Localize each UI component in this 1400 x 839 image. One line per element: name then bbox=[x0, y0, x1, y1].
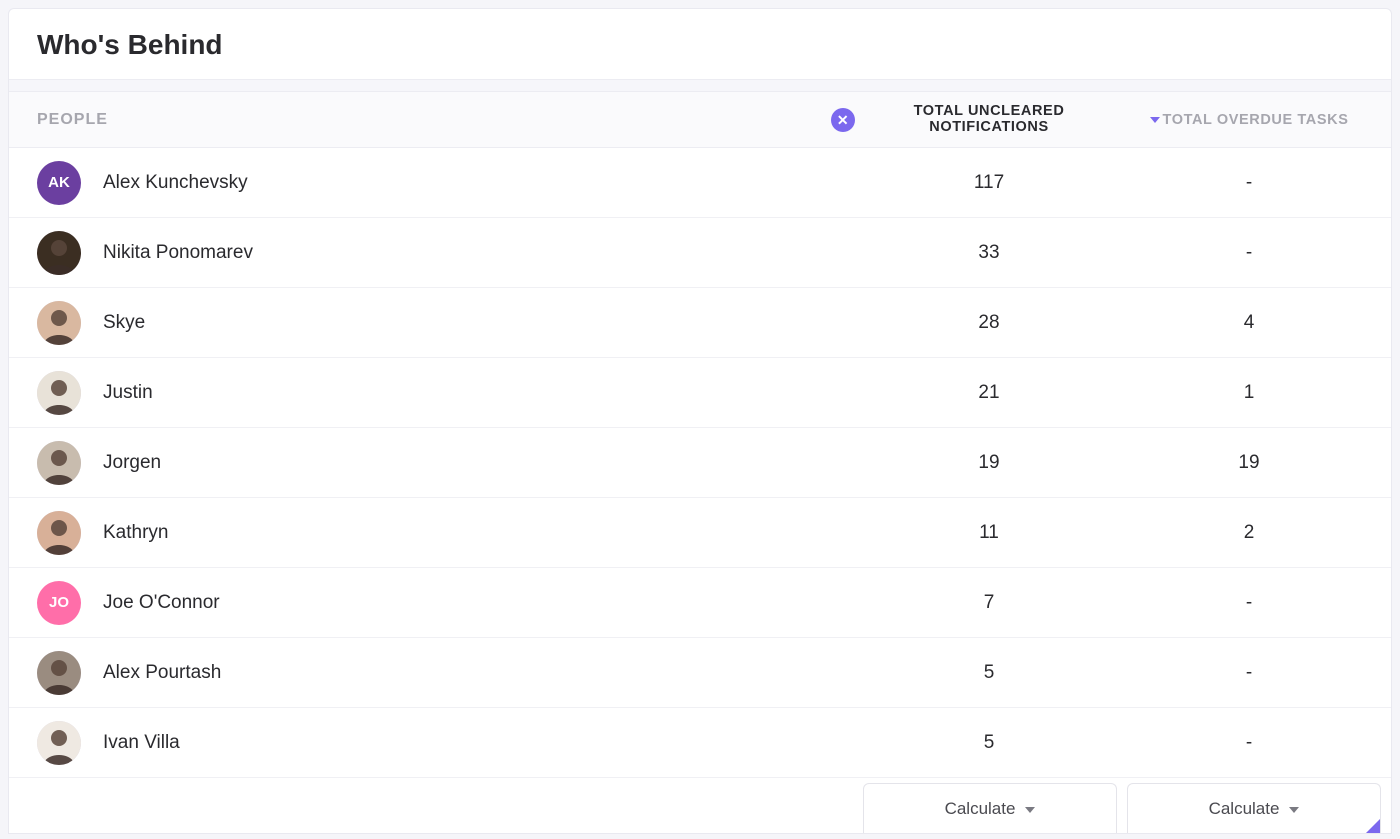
avatar[interactable] bbox=[37, 441, 81, 485]
overdue-cell: - bbox=[1119, 242, 1379, 264]
person-name: Skye bbox=[103, 312, 145, 334]
table-row[interactable]: JO Joe O'Connor 7- bbox=[9, 568, 1391, 638]
person-cell: JO Joe O'Connor bbox=[37, 581, 859, 625]
overdue-cell: 19 bbox=[1119, 452, 1379, 474]
person-cell: Kathryn bbox=[37, 511, 859, 555]
notifications-cell: 5 bbox=[859, 662, 1119, 684]
person-cell: Jorgen bbox=[37, 441, 859, 485]
header-spacer bbox=[9, 80, 1391, 92]
notifications-cell: 28 bbox=[859, 312, 1119, 334]
chevron-down-icon bbox=[1025, 807, 1035, 813]
person-name: Kathryn bbox=[103, 522, 168, 544]
table-body: AKAlex Kunchevsky117- Nikita Ponomarev33… bbox=[9, 148, 1391, 833]
table-row[interactable]: Jorgen 1919 bbox=[9, 428, 1391, 498]
person-name: Jorgen bbox=[103, 452, 161, 474]
avatar[interactable] bbox=[37, 371, 81, 415]
notifications-cell: 33 bbox=[859, 242, 1119, 264]
table-footer: Calculate Calculate bbox=[863, 783, 1391, 833]
avatar[interactable] bbox=[37, 301, 81, 345]
calculate-overdue-button[interactable]: Calculate bbox=[1127, 783, 1381, 833]
table-row[interactable]: Skye 284 bbox=[9, 288, 1391, 358]
table-row[interactable]: Ivan Villa 5- bbox=[9, 708, 1391, 778]
person-cell: Justin bbox=[37, 371, 859, 415]
person-cell: Alex Pourtash bbox=[37, 651, 859, 695]
column-header-overdue-label: TOTAL OVERDUE TASKS bbox=[1163, 112, 1349, 128]
overdue-cell: 1 bbox=[1119, 382, 1379, 404]
table-row[interactable]: Nikita Ponomarev 33- bbox=[9, 218, 1391, 288]
overdue-cell: - bbox=[1119, 172, 1379, 194]
person-name: Nikita Ponomarev bbox=[103, 242, 253, 264]
clear-column-icon[interactable]: ✕ bbox=[831, 108, 855, 132]
calculate-label: Calculate bbox=[945, 799, 1016, 819]
sort-desc-icon bbox=[1150, 117, 1160, 123]
table-row[interactable]: Kathryn 112 bbox=[9, 498, 1391, 568]
column-header-overdue[interactable]: TOTAL OVERDUE TASKS bbox=[1119, 112, 1379, 128]
person-cell: Skye bbox=[37, 301, 859, 345]
person-cell: AK Alex Kunchevsky bbox=[37, 161, 859, 205]
person-name: Ivan Villa bbox=[103, 732, 180, 754]
notifications-cell: 7 bbox=[859, 592, 1119, 614]
notifications-cell: 19 bbox=[859, 452, 1119, 474]
whos-behind-panel: Who's Behind PEOPLE ✕ TOTAL UNCLEARED NO… bbox=[8, 8, 1392, 834]
column-header-notifications-label: TOTAL UNCLEARED NOTIFICATIONS bbox=[859, 104, 1119, 136]
person-cell: Ivan Villa bbox=[37, 721, 859, 765]
notifications-cell: 11 bbox=[859, 522, 1119, 544]
table-row[interactable]: Alex Pourtash 5- bbox=[9, 638, 1391, 708]
avatar[interactable] bbox=[37, 651, 81, 695]
overdue-cell: 4 bbox=[1119, 312, 1379, 334]
chevron-down-icon bbox=[1289, 807, 1299, 813]
person-name: Alex Kunchevsky bbox=[103, 172, 248, 194]
overdue-cell: - bbox=[1119, 592, 1379, 614]
person-name: Alex Pourtash bbox=[103, 662, 221, 684]
avatar[interactable] bbox=[37, 721, 81, 765]
person-name: Justin bbox=[103, 382, 153, 404]
notifications-cell: 21 bbox=[859, 382, 1119, 404]
column-header-notifications[interactable]: ✕ TOTAL UNCLEARED NOTIFICATIONS bbox=[859, 104, 1119, 136]
person-cell: Nikita Ponomarev bbox=[37, 231, 859, 275]
table-row[interactable]: Justin 211 bbox=[9, 358, 1391, 428]
overdue-cell: 2 bbox=[1119, 522, 1379, 544]
calculate-label: Calculate bbox=[1209, 799, 1280, 819]
panel-title: Who's Behind bbox=[9, 9, 1391, 80]
table-row[interactable]: AK Alex Kunchevsky 117- bbox=[9, 148, 1391, 218]
avatar[interactable]: JO bbox=[37, 581, 81, 625]
person-name: Joe O'Connor bbox=[103, 592, 220, 614]
avatar[interactable] bbox=[37, 231, 81, 275]
table-header: PEOPLE ✕ TOTAL UNCLEARED NOTIFICATIONS T… bbox=[9, 92, 1391, 148]
overdue-cell: - bbox=[1119, 662, 1379, 684]
avatar[interactable] bbox=[37, 511, 81, 555]
notifications-cell: 117 bbox=[859, 172, 1119, 194]
column-header-people[interactable]: PEOPLE bbox=[37, 111, 859, 129]
avatar[interactable]: AK bbox=[37, 161, 81, 205]
notifications-cell: 5 bbox=[859, 732, 1119, 754]
calculate-notifications-button[interactable]: Calculate bbox=[863, 783, 1117, 833]
overdue-cell: - bbox=[1119, 732, 1379, 754]
